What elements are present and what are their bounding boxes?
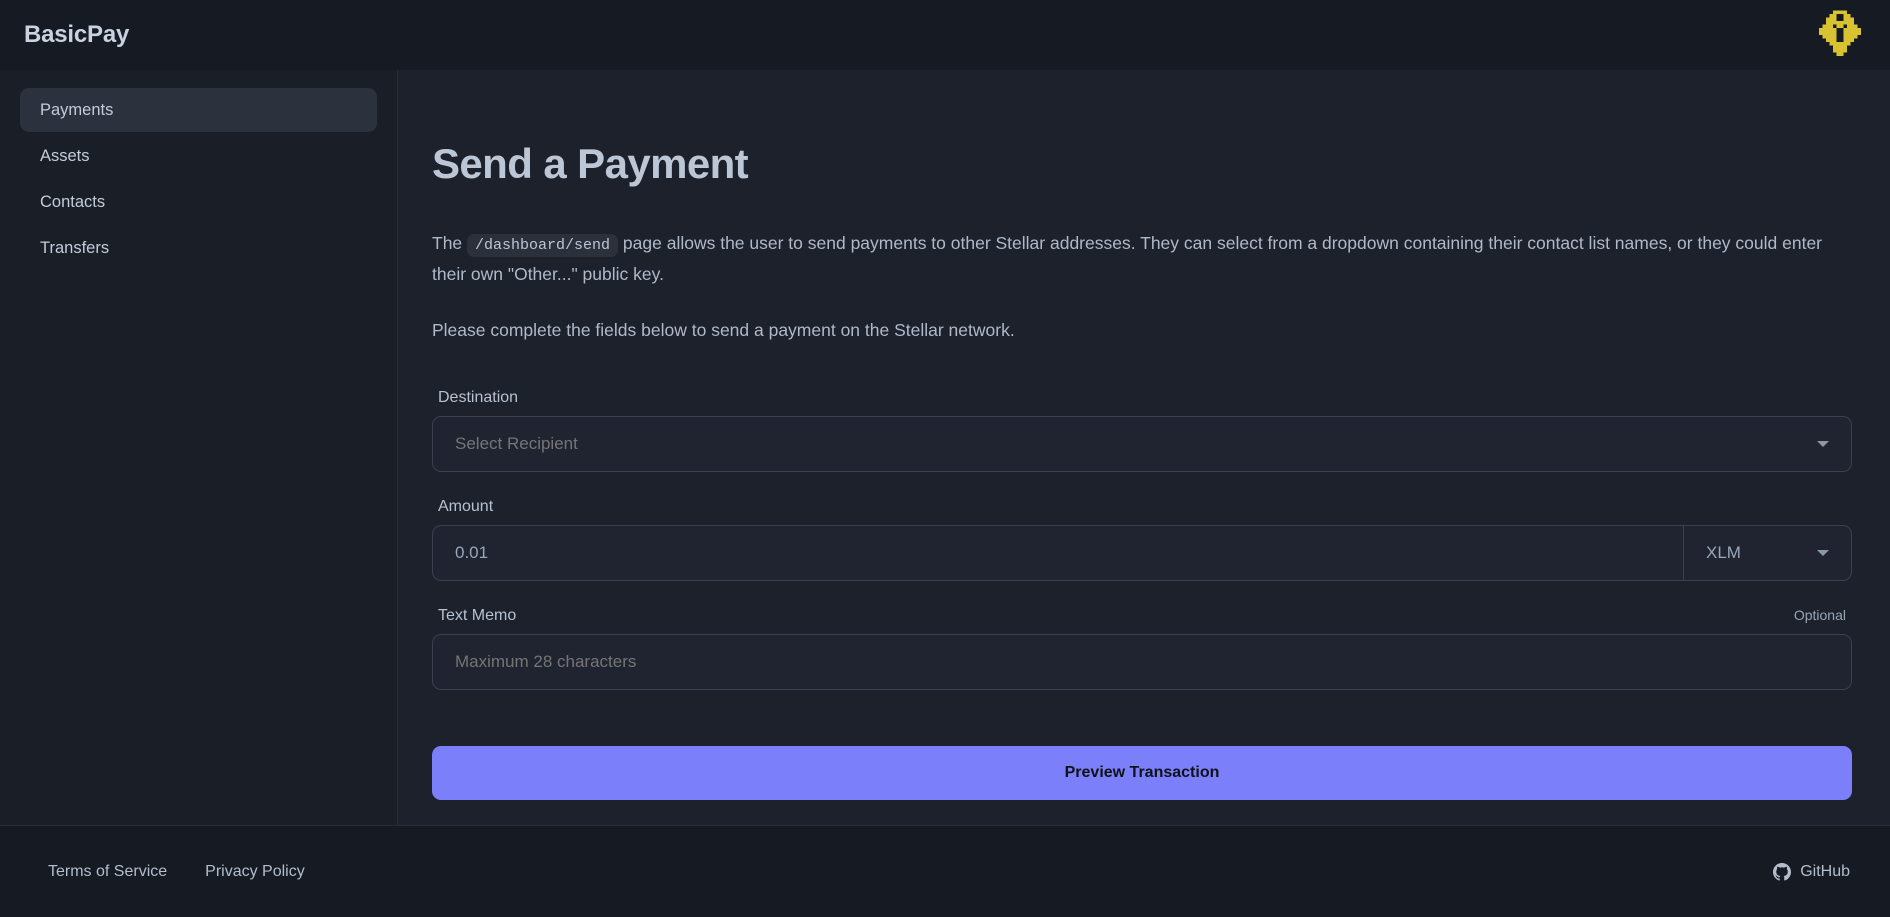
page-footer: Terms of Service Privacy Policy GitHub: [0, 825, 1890, 917]
chevron-down-icon[interactable]: [1817, 440, 1829, 447]
intro-suffix: page allows the user to send payments to…: [432, 233, 1823, 284]
privacy-policy-link[interactable]: Privacy Policy: [205, 863, 305, 881]
sidebar-item-label: Transfers: [40, 238, 110, 257]
chevron-down-icon[interactable]: [1817, 549, 1829, 556]
sidebar-item-transfers[interactable]: Transfers: [20, 226, 377, 270]
amount-control: XLM: [432, 524, 1852, 581]
destination-field-head: Destination: [432, 389, 1852, 416]
send-payment-form: Destination Amount XLM: [432, 389, 1852, 800]
sidebar-item-contacts[interactable]: Contacts: [20, 180, 377, 224]
app-brand-title[interactable]: BasicPay: [24, 23, 129, 47]
memo-input[interactable]: [433, 634, 1851, 689]
amount-field: Amount XLM: [432, 498, 1852, 581]
sidebar-item-assets[interactable]: Assets: [20, 134, 377, 178]
terms-of-service-link[interactable]: Terms of Service: [48, 863, 167, 881]
route-code-chip: /dashboard/send: [467, 234, 619, 257]
amount-field-head: Amount: [432, 498, 1852, 525]
github-icon: [1773, 862, 1792, 881]
top-navbar: BasicPay: [0, 0, 1890, 70]
github-link[interactable]: GitHub: [1773, 862, 1850, 881]
intro-paragraph: The /dashboard/send page allows the user…: [432, 228, 1852, 289]
memo-field-head: Text Memo Optional: [432, 607, 1852, 634]
app-body: Payments Assets Contacts Transfers Send …: [0, 70, 1890, 825]
preview-transaction-button[interactable]: Preview Transaction: [432, 745, 1852, 800]
memo-label: Text Memo: [438, 606, 517, 624]
destination-field: Destination: [432, 389, 1852, 472]
memo-control: [432, 633, 1852, 690]
sidebar-item-label: Assets: [40, 146, 90, 165]
asset-select[interactable]: XLM: [1683, 525, 1851, 580]
memo-optional-hint: Optional: [1793, 606, 1846, 623]
intro-prefix: The: [432, 233, 468, 253]
github-label: GitHub: [1800, 862, 1850, 880]
footer-links: Terms of Service Privacy Policy: [48, 863, 305, 881]
destination-select-input[interactable]: [433, 416, 1817, 471]
memo-field: Text Memo Optional: [432, 607, 1852, 690]
sidebar-item-payments[interactable]: Payments: [20, 88, 377, 132]
asset-select-label: XLM: [1706, 542, 1741, 562]
destination-select[interactable]: [432, 415, 1852, 472]
sidebar-item-label: Payments: [40, 100, 114, 119]
amount-label: Amount: [438, 497, 494, 515]
page-title: Send a Payment: [432, 140, 749, 187]
sidebar: Payments Assets Contacts Transfers: [0, 70, 398, 825]
destination-label: Destination: [438, 388, 519, 406]
amount-input[interactable]: [433, 525, 1683, 580]
sidebar-item-label: Contacts: [40, 192, 106, 211]
instructions-paragraph: Please complete the fields below to send…: [432, 319, 1015, 340]
main-content: Send a Payment The /dashboard/send page …: [398, 70, 1890, 825]
pixel-identicon-avatar[interactable]: [1812, 7, 1868, 63]
